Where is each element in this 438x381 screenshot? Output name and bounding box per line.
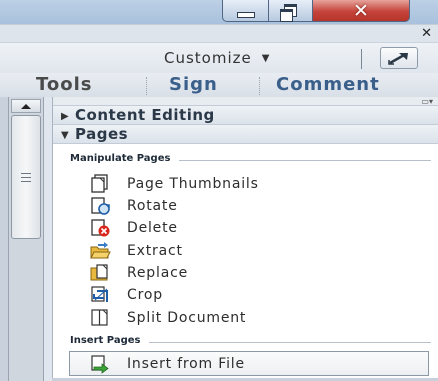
close-window-button[interactable]: ✕ xyxy=(312,0,410,22)
grip-icon xyxy=(21,172,31,182)
expand-window-button[interactable] xyxy=(380,47,418,69)
left-edge xyxy=(0,97,8,381)
tools-pane: ▭▾ ▶ Content Editing ▼ Pages Manipulate Pa… xyxy=(52,97,438,381)
tab-sign[interactable]: Sign xyxy=(169,74,218,95)
chevron-down-icon: ▼ xyxy=(261,53,271,64)
tab-separator xyxy=(259,77,261,95)
extract-icon xyxy=(90,242,111,259)
rotate-icon xyxy=(91,197,110,215)
restore-button[interactable] xyxy=(268,0,313,22)
insert-from-file-icon xyxy=(91,355,109,374)
split-document-icon xyxy=(91,309,108,326)
tab-tools[interactable]: Tools xyxy=(36,74,93,95)
tool-replace[interactable]: Replace xyxy=(89,262,188,284)
group-divider xyxy=(149,342,431,343)
panel-tabs: Tools Sign Comment xyxy=(0,73,438,97)
restore-icon xyxy=(280,4,297,22)
tool-extract[interactable]: Extract xyxy=(89,240,183,262)
delete-icon xyxy=(91,219,110,237)
close-icon: ✕ xyxy=(353,0,369,22)
tool-crop[interactable]: Crop xyxy=(89,284,163,306)
minimize-button[interactable] xyxy=(222,0,269,22)
group-label-insert-pages: Insert Pages xyxy=(70,335,141,346)
group-divider xyxy=(179,160,431,161)
replace-icon xyxy=(90,264,108,281)
pane-top-strip: ▭▾ xyxy=(53,97,438,106)
group-label-manipulate-pages: Manipulate Pages xyxy=(70,153,171,164)
scroll-thumb[interactable] xyxy=(11,115,41,239)
tab-separator xyxy=(146,77,148,95)
customize-bar: Customize ▼ xyxy=(0,42,438,74)
title-bar: ✕ xyxy=(0,0,438,24)
vertical-scrollbar[interactable] xyxy=(8,97,44,381)
section-label: Pages xyxy=(75,125,129,143)
pane-close-bar: ✕ xyxy=(0,24,438,42)
toolbar-separator xyxy=(361,49,362,69)
scroll-up-button[interactable] xyxy=(11,99,41,113)
chevron-down-icon: ▼ xyxy=(61,130,70,141)
tool-page-thumbnails[interactable]: Page Thumbnails xyxy=(89,173,259,195)
tab-comment[interactable]: Comment xyxy=(276,74,380,95)
section-label: Content Editing xyxy=(75,106,215,124)
customize-label: Customize xyxy=(164,49,252,67)
minimize-icon xyxy=(236,11,255,18)
crop-icon xyxy=(91,286,108,302)
expand-arrow-icon xyxy=(388,52,408,65)
arrow-up-icon xyxy=(21,103,31,109)
page-thumbnails-icon xyxy=(91,174,108,193)
tool-delete[interactable]: Delete xyxy=(89,217,178,239)
customize-dropdown[interactable]: Customize ▼ xyxy=(164,49,270,67)
tool-insert-from-file[interactable]: Insert from File xyxy=(89,353,245,375)
section-pages[interactable]: ▼ Pages xyxy=(53,124,438,144)
tool-split-document[interactable]: Split Document xyxy=(89,307,246,329)
tool-rotate[interactable]: Rotate xyxy=(89,195,178,217)
section-content-editing[interactable]: ▶ Content Editing xyxy=(53,105,438,125)
close-pane-icon[interactable]: ✕ xyxy=(421,25,432,42)
